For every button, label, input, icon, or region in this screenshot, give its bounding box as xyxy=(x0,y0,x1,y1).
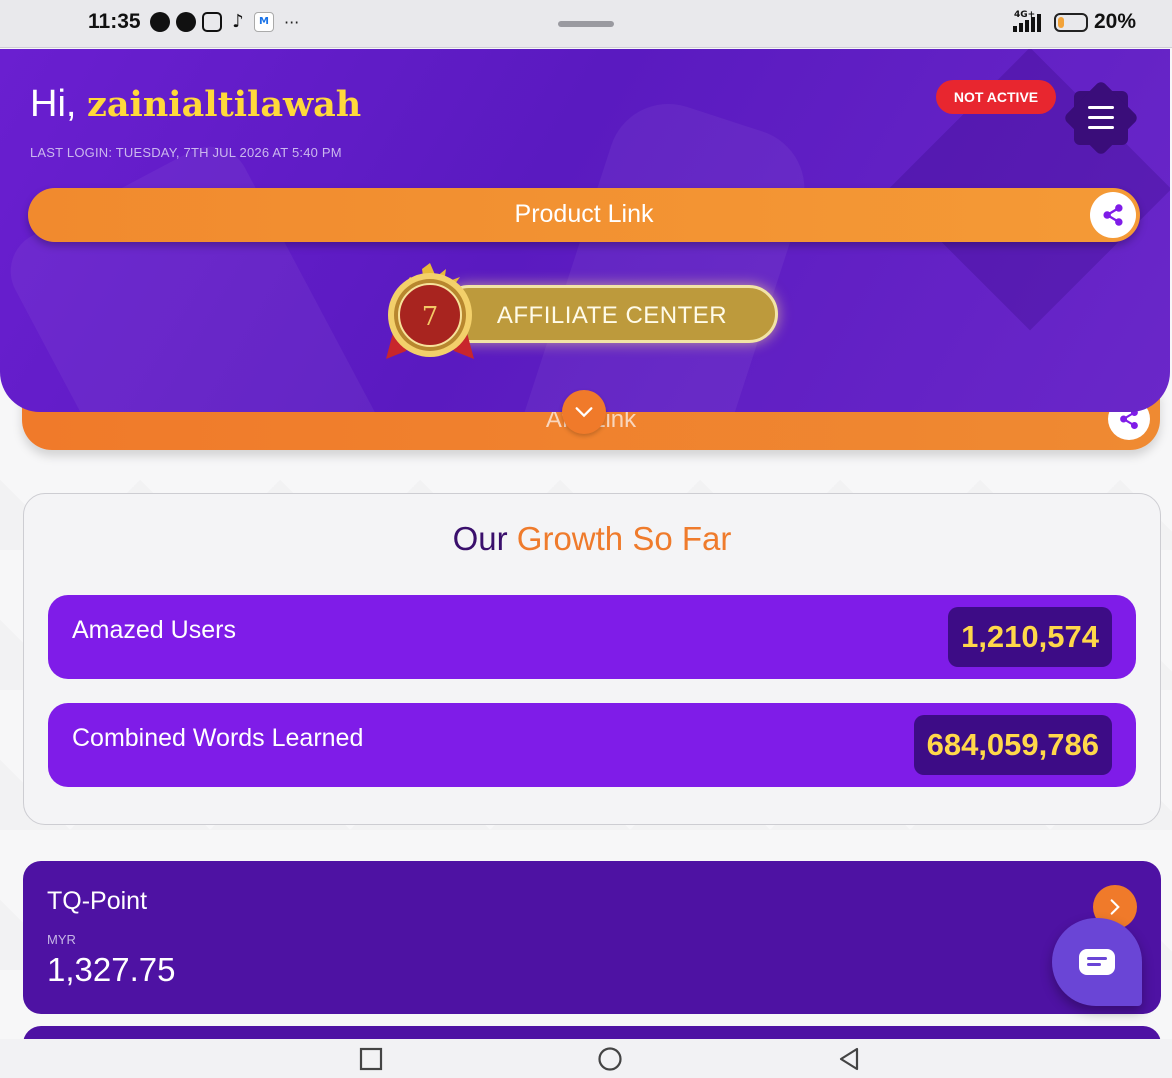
system-nav-bar xyxy=(0,1039,1172,1078)
notification-icons: ♪ M ··· xyxy=(150,12,299,32)
more-notifications-icon: ··· xyxy=(284,12,300,32)
chat-icon xyxy=(1079,949,1115,975)
chat-button[interactable] xyxy=(1052,918,1142,1006)
status-pill xyxy=(558,21,614,27)
tq-point-card[interactable]: TQ-Point MYR 1,327.75 xyxy=(23,861,1161,1014)
tq-point-currency: MYR xyxy=(47,932,76,947)
stat-row-amazed-users: Amazed Users 1,210,574 xyxy=(48,595,1136,679)
network-type: 4G+ xyxy=(1014,10,1036,20)
growth-card: Our Growth So Far Amazed Users 1,210,574… xyxy=(23,493,1161,825)
medal-number: 7 xyxy=(422,302,439,332)
battery-icon xyxy=(1054,13,1088,32)
greeting: Hi, zainialtilawah xyxy=(30,83,361,126)
last-login: LAST LOGIN: TUESDAY, 7TH JUL 2026 AT 5:4… xyxy=(30,145,342,160)
stat-label: Combined Words Learned xyxy=(72,724,364,752)
back-icon[interactable] xyxy=(836,1046,862,1072)
growth-title: Our Growth So Far xyxy=(24,520,1160,558)
growth-title-part2: Growth So Far xyxy=(516,520,732,557)
recent-apps-icon[interactable] xyxy=(358,1046,384,1072)
profile-header: Hi, zainialtilawah LAST LOGIN: TUESDAY, … xyxy=(0,49,1170,412)
instagram-icon xyxy=(202,12,222,32)
status-badge: NOT ACTIVE xyxy=(936,80,1056,114)
greeting-prefix: Hi, xyxy=(30,83,87,125)
affiliate-center-label: AFFILIATE CENTER xyxy=(496,302,728,329)
mail-icon: M xyxy=(254,12,274,32)
tiktok-icon: ♪ xyxy=(232,11,244,32)
tq-point-title: TQ-Point xyxy=(47,887,148,915)
home-icon[interactable] xyxy=(597,1046,623,1072)
chevron-down-icon xyxy=(575,407,593,418)
battery-percent: 20% xyxy=(1094,10,1137,33)
menu-button[interactable] xyxy=(1062,79,1140,157)
stat-label: Amazed Users xyxy=(72,616,236,644)
product-link-button[interactable]: Product Link xyxy=(28,188,1140,242)
username: zainialtilawah xyxy=(87,84,362,125)
tq-point-value: 1,327.75 xyxy=(47,951,176,988)
signal-icon: 4G+ xyxy=(1013,10,1041,32)
stat-value: 1,210,574 xyxy=(948,607,1112,667)
messenger-icon xyxy=(176,12,196,32)
battery-fill xyxy=(1058,17,1064,28)
expand-button[interactable] xyxy=(562,390,606,434)
growth-title-part1: Our xyxy=(452,520,517,557)
chevron-right-icon xyxy=(1110,899,1120,915)
facebook-icon xyxy=(150,12,170,32)
hamburger-icon xyxy=(1088,106,1114,136)
status-bar: 11:35 ♪ M ··· 4G+ 20% xyxy=(0,0,1172,48)
status-time: 11:35 xyxy=(88,10,141,33)
stat-value: 684,059,786 xyxy=(913,715,1112,775)
medal-icon: 7 xyxy=(386,263,474,359)
share-icon[interactable] xyxy=(1090,192,1136,238)
stat-row-words-learned: Combined Words Learned 684,059,786 xyxy=(48,703,1136,787)
product-link-label: Product Link xyxy=(514,200,654,228)
affiliate-center-button[interactable]: AFFILIATE CENTER xyxy=(440,285,778,343)
